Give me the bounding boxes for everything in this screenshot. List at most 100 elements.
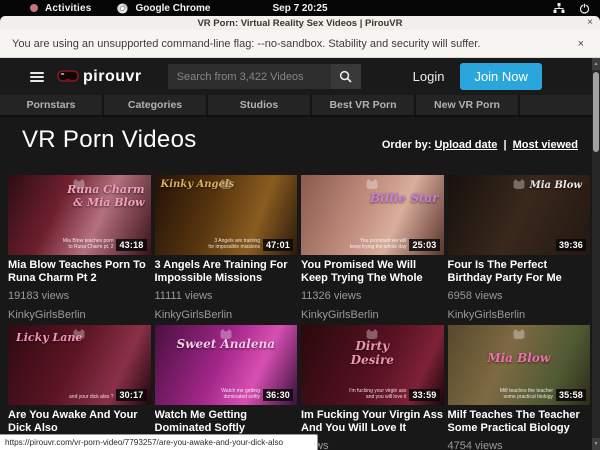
thumb-overlay-text: Kinky Angels: [161, 179, 235, 190]
duration-badge: 43:18: [116, 239, 146, 251]
focused-app-label: Google Chrome: [135, 3, 210, 14]
status-bar: https://pirouvr.com/vr-porn-video/779325…: [0, 434, 318, 450]
menu-icon[interactable]: [30, 72, 44, 82]
window-close-button[interactable]: ×: [587, 17, 593, 28]
video-thumbnail[interactable]: Mia Blow Milf teaches the teacher some p…: [448, 325, 591, 405]
power-icon[interactable]: [579, 3, 590, 14]
system-top-bar: Activities Google Chrome Sep 7 20:25: [0, 0, 600, 16]
order-by: Order by: Upload date | Most viewed: [382, 139, 578, 154]
duration-badge: 39:36: [556, 239, 586, 251]
search-icon: [339, 70, 352, 83]
scrollbar-thumb[interactable]: [593, 72, 599, 152]
video-views: 6958 views: [448, 290, 591, 302]
duration-badge: 30:17: [116, 389, 146, 401]
thumb-overlay-text: Dirty Desire: [301, 339, 444, 367]
nav-item-categories[interactable]: Categories: [104, 95, 206, 115]
site-logo-text: pirouvr: [83, 68, 142, 86]
nav-item-new-vr-porn[interactable]: New VR Porn: [416, 95, 518, 115]
video-thumbnail[interactable]: Billie Star You promised we will keep tr…: [301, 175, 444, 255]
order-separator: |: [503, 139, 506, 151]
scroll-down-icon[interactable]: ▼: [592, 438, 600, 450]
order-upload-date-link[interactable]: Upload date: [434, 139, 497, 151]
chrome-infobar: You are using an unsupported command-lin…: [0, 30, 600, 58]
video-card[interactable]: Mia Blow 39:36 Four Is The Perfect Birth…: [448, 175, 591, 321]
video-title[interactable]: You Promised We Will Keep Trying The Who…: [301, 259, 444, 285]
site-logo[interactable]: pirouvr: [57, 68, 142, 86]
nav-item-studios[interactable]: Studios: [208, 95, 310, 115]
video-title[interactable]: Mia Blow Teaches Porn To Runa Charm Pt 2: [8, 259, 151, 285]
video-card[interactable]: Mia Blow Milf teaches the teacher some p…: [448, 325, 591, 450]
video-card[interactable]: Billie Star You promised we will keep tr…: [301, 175, 444, 321]
thumb-overlay-text: Runa Charm & Mia Blow: [67, 183, 144, 209]
video-views: 11326 views: [301, 290, 444, 302]
focused-app-menu[interactable]: Google Chrome: [117, 3, 210, 14]
thumb-overlay-text: Mia Blow: [530, 180, 582, 191]
video-thumbnail[interactable]: Licky Lane and your dick also ? 30:17: [8, 325, 151, 405]
video-title[interactable]: 3 Angels Are Training For Impossible Mis…: [155, 259, 298, 285]
scrollbar[interactable]: ▲ ▼: [592, 58, 600, 450]
duration-badge: 35:58: [556, 389, 586, 401]
screen: Activities Google Chrome Sep 7 20:25: [0, 0, 600, 450]
video-grid: Runa Charm & Mia Blow Mia Blow teaches p…: [8, 175, 590, 450]
studio-watermark-cat-icon: [512, 328, 526, 340]
page-title: VR Porn Videos: [22, 126, 197, 154]
video-views: 19183 views: [8, 290, 151, 302]
video-title[interactable]: Milf Teaches The Teacher Some Practical …: [448, 409, 591, 435]
infobar-message: You are using an unsupported command-lin…: [12, 38, 480, 50]
video-thumbnail[interactable]: Kinky Angels 3 Angels are training for i…: [155, 175, 298, 255]
video-views: views: [301, 440, 444, 450]
video-title[interactable]: Watch Me Getting Dominated Softly: [155, 409, 298, 435]
order-most-viewed-link[interactable]: Most viewed: [513, 139, 578, 151]
search-bar: [168, 64, 361, 89]
thumb-overlay-text: Licky Lane: [16, 331, 82, 344]
thumb-overlay-text: Mia Blow: [448, 351, 591, 365]
video-thumbnail[interactable]: Runa Charm & Mia Blow Mia Blow teaches p…: [8, 175, 151, 255]
page-head: VR Porn Videos Order by: Upload date | M…: [22, 126, 578, 154]
duration-badge: 25:03: [409, 239, 439, 251]
thumb-caption-text: I'm fucking your virgin ass and you will…: [349, 388, 406, 400]
nav-filler: [520, 95, 600, 115]
thumb-caption-text: Milf teaches the teacher some practical …: [500, 388, 553, 400]
site-nav: Pornstars Categories Studios Best VR Por…: [0, 95, 600, 117]
video-studio-link[interactable]: KinkyGirlsBerlin: [155, 309, 298, 321]
video-thumbnail[interactable]: Dirty Desire I'm fucking your virgin ass…: [301, 325, 444, 405]
network-icon[interactable]: [553, 3, 565, 14]
video-thumbnail[interactable]: Sweet Analena Watch me getting dominated…: [155, 325, 298, 405]
video-studio-link[interactable]: KinkyGirlsBerlin: [8, 309, 151, 321]
thumb-caption-text: Watch me getting dominated softly: [221, 388, 260, 400]
nav-item-best-vr-porn[interactable]: Best VR Porn: [312, 95, 414, 115]
video-card[interactable]: Sweet Analena Watch me getting dominated…: [155, 325, 298, 450]
login-link[interactable]: Login: [413, 69, 445, 84]
video-card[interactable]: Dirty Desire I'm fucking your virgin ass…: [301, 325, 444, 450]
video-card[interactable]: Kinky Angels 3 Angels are training for i…: [155, 175, 298, 321]
duration-badge: 36:30: [263, 389, 293, 401]
duration-badge: 47:01: [263, 239, 293, 251]
video-studio-link[interactable]: KinkyGirlsBerlin: [448, 309, 591, 321]
video-card[interactable]: Runa Charm & Mia Blow Mia Blow teaches p…: [8, 175, 151, 321]
video-card[interactable]: Licky Lane and your dick also ? 30:17 Ar…: [8, 325, 151, 450]
duration-badge: 33:59: [409, 389, 439, 401]
search-button[interactable]: [331, 64, 361, 89]
activities-button[interactable]: Activities: [45, 3, 91, 14]
video-title[interactable]: Im Fucking Your Virgin Ass And You Will …: [301, 409, 444, 435]
video-thumbnail[interactable]: Mia Blow 39:36: [448, 175, 591, 255]
join-now-button[interactable]: Join Now: [460, 63, 541, 90]
nav-item-pornstars[interactable]: Pornstars: [0, 95, 102, 115]
video-title[interactable]: Four Is The Perfect Birthday Party For M…: [448, 259, 591, 285]
thumb-caption-text: and your dick also ?: [69, 394, 113, 400]
scroll-up-icon[interactable]: ▲: [592, 58, 600, 70]
search-input[interactable]: [168, 64, 331, 89]
infobar-close-icon[interactable]: ×: [578, 38, 584, 50]
window-titlebar: VR Porn: Virtual Reality Sex Videos | Pi…: [0, 16, 600, 30]
thumb-overlay-text: Billie Star: [370, 191, 439, 205]
browser-viewport: pirouvr Login Join Now Pornstars Categor…: [0, 58, 600, 450]
video-studio-link[interactable]: KinkyGirlsBerlin: [301, 309, 444, 321]
video-title[interactable]: Are You Awake And Your Dick Also: [8, 409, 151, 435]
site-header: pirouvr Login Join Now: [0, 58, 600, 95]
thumb-overlay-text: Sweet Analena: [155, 337, 298, 351]
chrome-icon: [117, 3, 128, 14]
window-title: VR Porn: Virtual Reality Sex Videos | Pi…: [197, 18, 402, 29]
thumb-caption-text: 3 Angels are training for impossible mis…: [208, 238, 260, 250]
video-views: 4754 views: [448, 440, 591, 450]
thumb-caption-text: Mia Blow teaches porn to Runa Charm pt. …: [63, 238, 114, 250]
